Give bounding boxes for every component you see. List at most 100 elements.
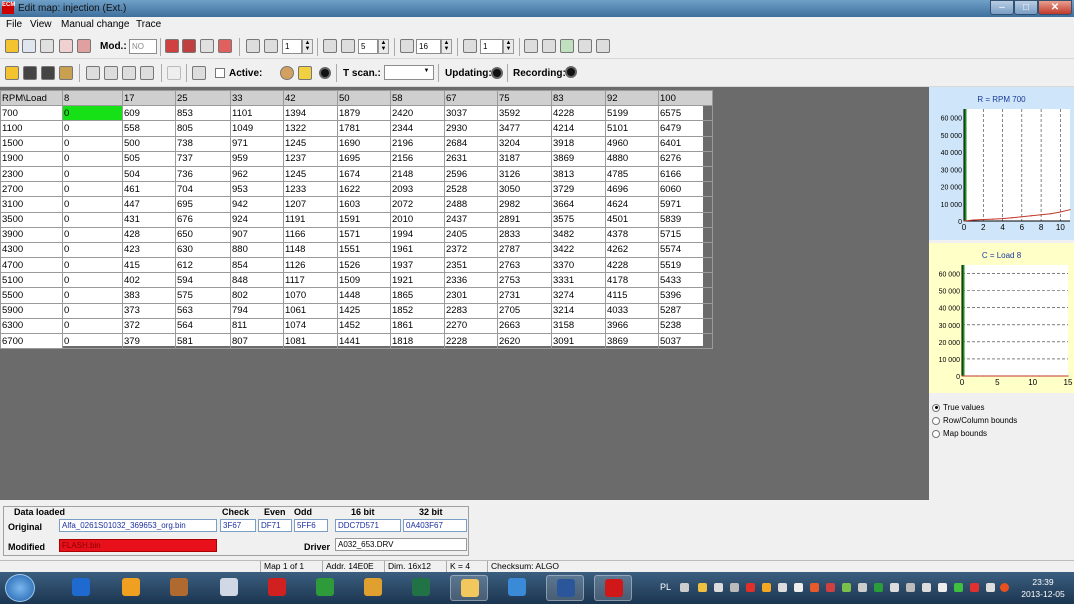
grid-cell[interactable]: 4228 xyxy=(551,105,606,122)
tray-app-icon[interactable] xyxy=(746,583,755,592)
grid-cell[interactable]: 1961 xyxy=(390,241,445,259)
grid-cell[interactable]: 738 xyxy=(175,135,231,152)
grid-cell[interactable]: 1245 xyxy=(283,135,338,152)
grid-cell[interactable]: 736 xyxy=(175,165,231,183)
grid-cell[interactable]: 794 xyxy=(230,302,284,319)
grid-cell[interactable]: 2336 xyxy=(444,272,498,289)
tray-app-icon[interactable] xyxy=(906,583,915,592)
row-header[interactable]: 5500 xyxy=(0,287,63,304)
grid-cell[interactable]: 2156 xyxy=(390,150,445,167)
column-header[interactable]: 100 xyxy=(658,89,713,107)
grid-cell[interactable]: 3126 xyxy=(497,165,552,183)
grid-cell[interactable]: 1551 xyxy=(337,241,391,259)
grid-cell[interactable]: 423 xyxy=(122,241,176,259)
grid-cell[interactable]: 3422 xyxy=(551,241,606,259)
grid-cell[interactable]: 3037 xyxy=(444,105,498,122)
grid-cell[interactable]: 4501 xyxy=(605,211,659,228)
grid-cell[interactable]: 854 xyxy=(230,257,284,274)
column-header[interactable]: 17 xyxy=(122,89,176,107)
row-header[interactable]: 3100 xyxy=(0,196,63,213)
grid-cell[interactable]: 1509 xyxy=(337,272,391,289)
grid-cell[interactable]: 1126 xyxy=(283,257,338,274)
grid-cell[interactable]: 962 xyxy=(230,165,284,183)
tray-app-icon[interactable] xyxy=(842,583,851,592)
tray-app-icon[interactable] xyxy=(826,583,835,592)
grid-cell[interactable]: 2372 xyxy=(444,241,498,259)
grid-cell[interactable]: 0 xyxy=(62,287,123,304)
tray-app-icon[interactable] xyxy=(698,583,707,592)
grid-cell[interactable]: 5433 xyxy=(658,272,713,289)
tray-app-icon[interactable] xyxy=(810,583,819,592)
columns-spinner[interactable]: ▲ ▼ xyxy=(503,39,514,54)
signed-icon[interactable] xyxy=(560,39,574,53)
grid-cell[interactable]: 880 xyxy=(230,241,284,259)
grid-cell[interactable]: 5238 xyxy=(658,317,713,335)
row-header[interactable]: 5100 xyxy=(0,272,63,289)
grid-cell[interactable]: 1207 xyxy=(283,196,338,213)
grid-cell[interactable]: 3869 xyxy=(605,332,659,350)
grid-cell[interactable]: 2351 xyxy=(444,257,498,274)
grid-cell[interactable]: 650 xyxy=(175,226,231,243)
grid-cell[interactable]: 2405 xyxy=(444,226,498,243)
grid-cell[interactable]: 3050 xyxy=(497,181,552,198)
volume-icon[interactable] xyxy=(986,583,995,592)
grid-cell[interactable]: 1233 xyxy=(283,181,338,198)
grid-cell[interactable]: 4696 xyxy=(605,181,659,198)
grid-cell[interactable]: 373 xyxy=(122,302,176,319)
column-header[interactable]: 33 xyxy=(230,89,284,107)
row-header[interactable]: 1900 xyxy=(0,150,63,167)
grid-cell[interactable]: 2753 xyxy=(497,272,552,289)
taskbar-paint-button[interactable] xyxy=(354,575,392,601)
row-header[interactable]: 5900 xyxy=(0,302,63,319)
grid-cell[interactable]: 2763 xyxy=(497,257,552,274)
grid-cell[interactable]: 802 xyxy=(230,287,284,304)
grid-cell[interactable]: 1101 xyxy=(230,105,284,122)
grid-cell[interactable]: 1622 xyxy=(337,181,391,198)
3d-view-icon[interactable] xyxy=(77,39,91,53)
grid-cell[interactable]: 1081 xyxy=(283,332,338,350)
grid-cell[interactable]: 3813 xyxy=(551,165,606,183)
security-icon[interactable] xyxy=(970,583,979,592)
grid-cell[interactable]: 563 xyxy=(175,302,231,319)
grid-cell[interactable]: 3091 xyxy=(551,332,606,350)
grid-cell[interactable]: 4033 xyxy=(605,302,659,319)
grid-cell[interactable]: 5715 xyxy=(658,226,713,243)
grid-cell[interactable]: 1994 xyxy=(390,226,445,243)
grid-cell[interactable]: 6060 xyxy=(658,181,713,198)
font-size-icon[interactable] xyxy=(400,39,414,53)
trace-icon[interactable] xyxy=(192,66,206,80)
grid-cell[interactable]: 431 xyxy=(122,211,176,228)
font-size-spinner[interactable]: ▲ ▼ xyxy=(441,39,452,54)
grid-cell[interactable]: 402 xyxy=(122,272,176,289)
column-header[interactable]: 83 xyxy=(551,89,606,107)
grid-cell[interactable]: 0 xyxy=(62,317,123,335)
menu-trace[interactable]: Trace xyxy=(136,19,161,30)
check-map-icon[interactable] xyxy=(165,39,179,53)
grid-cell[interactable]: 737 xyxy=(175,150,231,167)
grid-cell[interactable]: 0 xyxy=(62,226,123,243)
undo-icon[interactable] xyxy=(200,39,214,53)
grid-cell[interactable]: 0 xyxy=(62,196,123,213)
grid-cell[interactable]: 5971 xyxy=(658,196,713,213)
hex-view-icon[interactable] xyxy=(122,66,136,80)
update-icon[interactable] xyxy=(1000,583,1009,592)
step-input[interactable]: 1 xyxy=(282,39,302,54)
grid-cell[interactable]: 959 xyxy=(230,150,284,167)
grid-cell[interactable]: 1448 xyxy=(337,287,391,304)
grid-cell[interactable]: 1061 xyxy=(283,302,338,319)
graph-icon[interactable] xyxy=(59,39,73,53)
taskbar-excel-button[interactable] xyxy=(402,575,440,601)
grid-cell[interactable]: 609 xyxy=(122,105,176,122)
grid-cell[interactable]: 2270 xyxy=(444,317,498,335)
grid-cell[interactable]: 2731 xyxy=(497,287,552,304)
menu-manual-change[interactable]: Manual change xyxy=(61,19,129,30)
grid-cell[interactable]: 5396 xyxy=(658,287,713,304)
grid-cell[interactable]: 0 xyxy=(62,241,123,259)
taskbar-acrobat-button[interactable] xyxy=(258,575,296,601)
chevron-down-icon[interactable]: ▼ xyxy=(421,66,432,78)
tray-app-icon[interactable] xyxy=(714,583,723,592)
grid-cell[interactable]: 0 xyxy=(62,135,123,152)
grid-cell[interactable]: 2705 xyxy=(497,302,552,319)
column-header[interactable]: 50 xyxy=(337,89,391,107)
grid-cell[interactable]: 3158 xyxy=(551,317,606,335)
